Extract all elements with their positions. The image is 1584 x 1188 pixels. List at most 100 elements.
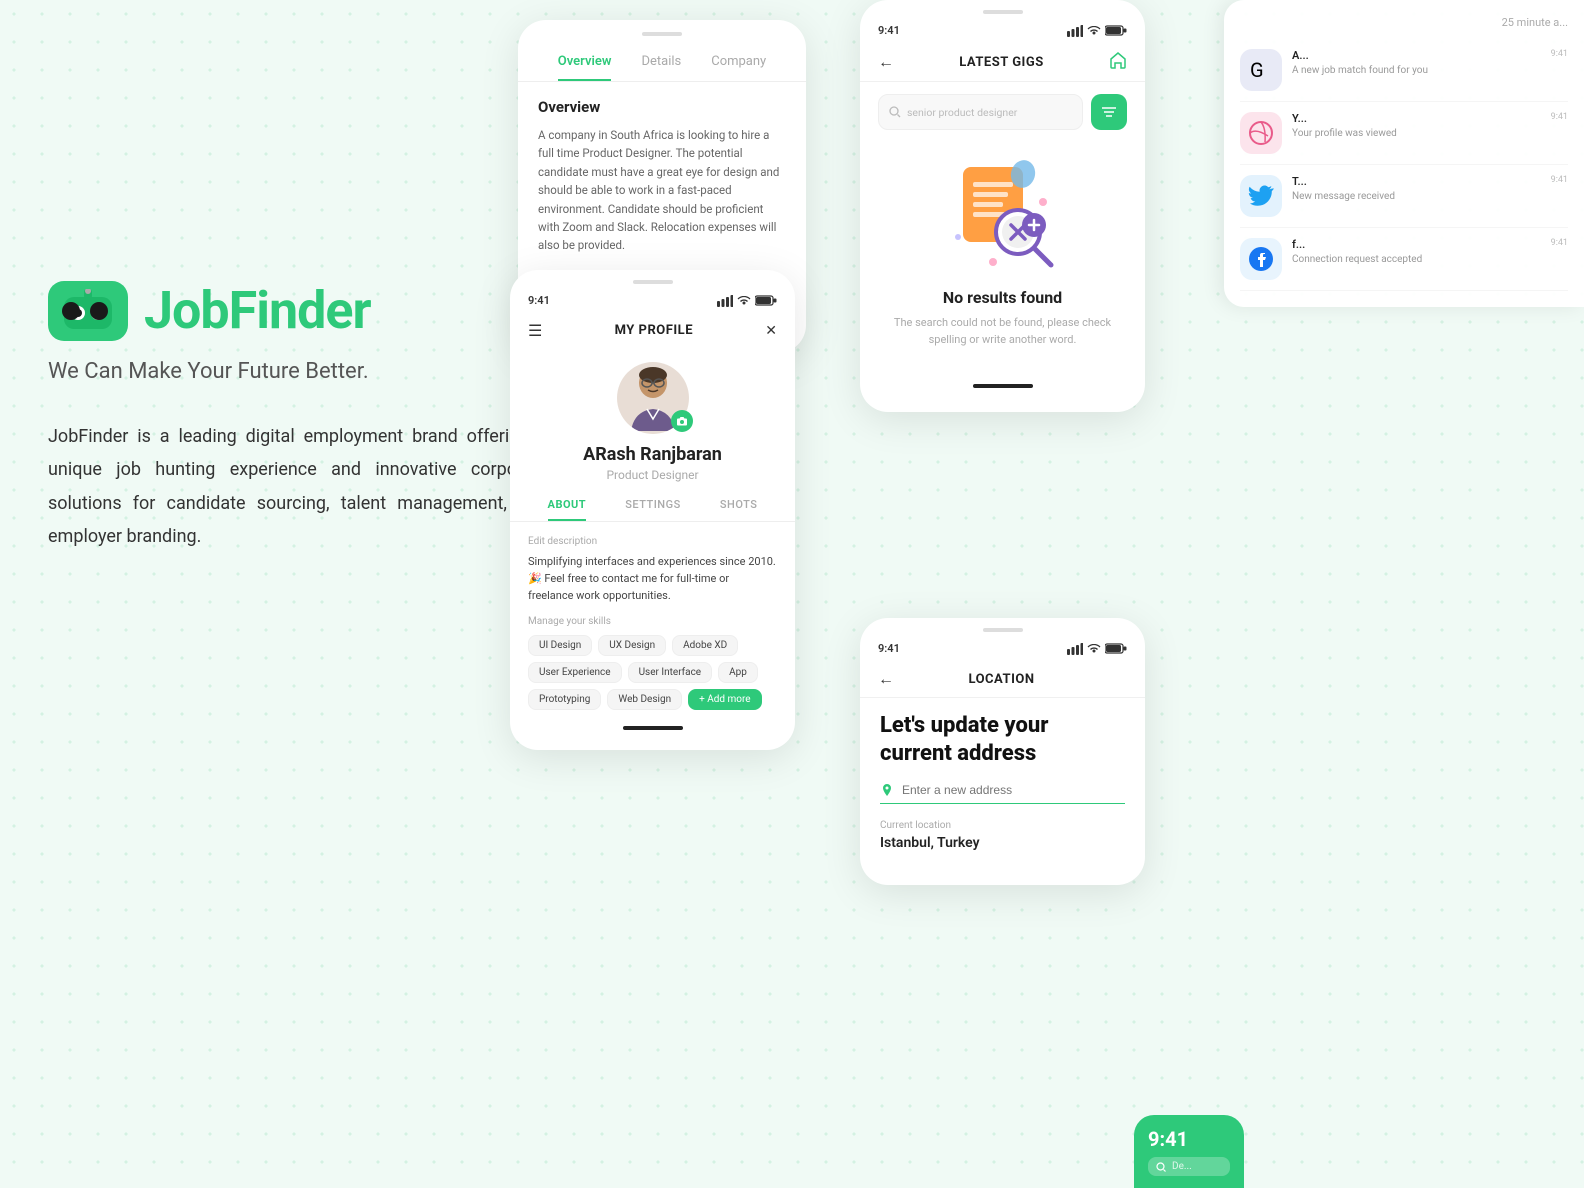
- edit-desc-label: Edit description: [510, 536, 795, 547]
- description: JobFinder is a leading digital employmen…: [48, 420, 548, 553]
- search-box[interactable]: senior product designer: [878, 94, 1083, 130]
- notif-desc-4: Connection request accepted: [1292, 253, 1541, 267]
- location-status-time: 9:41: [878, 642, 900, 655]
- notif-item-1[interactable]: G A... A new job match found for you 9:4…: [1240, 39, 1568, 102]
- bottom-home-bar: [623, 726, 683, 730]
- notif-time-2: 9:41: [1551, 112, 1568, 122]
- green-search-bar[interactable]: De...: [1148, 1157, 1230, 1176]
- logo-row: JobFinder: [48, 280, 548, 341]
- current-location-label: Current location: [880, 820, 1125, 831]
- notification-panel: 25 minute a... G A... A new job match fo…: [1224, 0, 1584, 307]
- tab-overview[interactable]: Overview: [558, 54, 612, 81]
- notif-icon-3: [1240, 175, 1282, 217]
- skill-adobe-xd[interactable]: Adobe XD: [672, 635, 738, 656]
- notif-icon-1: G: [1240, 49, 1282, 91]
- gigs-home-icon[interactable]: [1109, 51, 1127, 73]
- skill-user-interface[interactable]: User Interface: [628, 662, 713, 683]
- avatar-wrap: [617, 362, 689, 434]
- notif-body-2: Y... Your profile was viewed: [1292, 112, 1541, 141]
- tab-details[interactable]: Details: [641, 54, 681, 81]
- no-results-illustration: [943, 152, 1063, 272]
- address-input-wrap: [880, 783, 1125, 804]
- tab-company[interactable]: Company: [711, 54, 766, 81]
- gigs-header: ← LATEST GIGS: [860, 43, 1145, 82]
- location-body: Let's update your current address Curren…: [860, 698, 1145, 865]
- profile-status-bar: 9:41: [510, 284, 795, 313]
- skill-web-design[interactable]: Web Design: [607, 689, 682, 710]
- ptab-shots[interactable]: SHOTS: [720, 498, 758, 521]
- notif-time-4: 9:41: [1551, 238, 1568, 248]
- profile-tabs: ABOUT SETTINGS SHOTS: [510, 498, 795, 522]
- profile-header: ☰ MY PROFILE ✕: [510, 313, 795, 352]
- gigs-title: LATEST GIGS: [959, 55, 1043, 70]
- no-results-area: No results found The search could not be…: [860, 142, 1145, 368]
- green-time: 9:41: [1148, 1127, 1230, 1151]
- notif-title-3: T...: [1292, 175, 1541, 188]
- overview-text: A company in South Africa is looking to …: [538, 126, 786, 255]
- hamburger-icon[interactable]: ☰: [528, 321, 542, 340]
- logo-icon: [48, 281, 128, 341]
- skill-app[interactable]: App: [718, 662, 758, 683]
- location-section-label: LOCATION: [968, 672, 1034, 687]
- notif-time-1: 9:41: [1551, 49, 1568, 59]
- gigs-status-bar: 9:41: [860, 14, 1145, 43]
- gigs-bottom-bar: [973, 384, 1033, 388]
- profile-name: ARash Ranjbaran: [583, 444, 722, 465]
- search-row: senior product designer: [860, 82, 1145, 142]
- notif-icon-2: [1240, 112, 1282, 154]
- close-icon[interactable]: ✕: [765, 323, 777, 339]
- notif-body-4: f... Connection request accepted: [1292, 238, 1541, 267]
- notif-desc-1: A new job match found for you: [1292, 64, 1541, 78]
- profile-title: MY PROFILE: [615, 323, 693, 338]
- no-results-title: No results found: [943, 288, 1062, 307]
- apply-tabs: Overview Details Company: [518, 36, 806, 82]
- location-title: Let's update your current address: [880, 712, 1125, 767]
- location-status-right: [1067, 643, 1127, 655]
- svg-text:G: G: [1250, 58, 1264, 82]
- bio-text: Simplifying interfaces and experiences s…: [510, 553, 795, 604]
- profile-status-time: 9:41: [528, 294, 550, 307]
- address-input[interactable]: [902, 783, 1125, 797]
- gigs-back-icon[interactable]: ←: [878, 52, 894, 72]
- card-location: 9:41 ← LOCATION Let's update your curren…: [860, 618, 1145, 885]
- location-status-bar: 9:41: [860, 632, 1145, 661]
- notif-item-3[interactable]: T... New message received 9:41: [1240, 165, 1568, 228]
- app-name: JobFinder: [144, 280, 371, 341]
- notif-icon-4: [1240, 238, 1282, 280]
- location-back-icon[interactable]: ←: [878, 669, 894, 689]
- avatar-section: ARash Ranjbaran Product Designer: [510, 352, 795, 498]
- notif-item-2[interactable]: Y... Your profile was viewed 9:41: [1240, 102, 1568, 165]
- skill-user-experience[interactable]: User Experience: [528, 662, 622, 683]
- notif-time-3: 9:41: [1551, 175, 1568, 185]
- card-gigs: 9:41 ← LATEST GIGS senior product design…: [860, 0, 1145, 412]
- camera-badge[interactable]: [671, 410, 693, 432]
- notif-body-1: A... A new job match found for you: [1292, 49, 1541, 78]
- ptab-about[interactable]: ABOUT: [548, 498, 587, 521]
- green-search-label: De...: [1172, 1161, 1192, 1172]
- overview-title: Overview: [538, 98, 786, 116]
- gigs-status-right: [1067, 25, 1127, 37]
- skill-add-more[interactable]: + Add more: [688, 689, 762, 710]
- gigs-status-time: 9:41: [878, 24, 900, 37]
- ptab-settings[interactable]: SETTINGS: [625, 498, 681, 521]
- notif-body-3: T... New message received: [1292, 175, 1541, 204]
- skill-prototyping[interactable]: Prototyping: [528, 689, 601, 710]
- left-section: JobFinder We Can Make Your Future Better…: [48, 280, 548, 553]
- notif-header-time: 25 minute a...: [1240, 16, 1568, 29]
- skill-ux-design[interactable]: UX Design: [598, 635, 666, 656]
- notif-desc-3: New message received: [1292, 190, 1541, 204]
- skills-wrap: UI Design UX Design Adobe XD User Experi…: [510, 635, 795, 710]
- notif-item-4[interactable]: f... Connection request accepted 9:41: [1240, 228, 1568, 291]
- profile-role: Product Designer: [606, 468, 698, 482]
- notif-desc-2: Your profile was viewed: [1292, 127, 1541, 141]
- no-results-text: The search could not be found, please ch…: [880, 315, 1125, 348]
- search-placeholder: senior product designer: [907, 106, 1017, 119]
- tagline: We Can Make Your Future Better.: [48, 359, 548, 384]
- profile-status-right: [717, 295, 777, 307]
- current-location-value: Istanbul, Turkey: [880, 835, 1125, 851]
- notif-title-2: Y...: [1292, 112, 1541, 125]
- card-profile: 9:41 ☰ MY PROFILE ✕: [510, 270, 795, 750]
- filter-button[interactable]: [1091, 94, 1127, 130]
- skill-ui-design[interactable]: UI Design: [528, 635, 592, 656]
- location-header: ← LOCATION: [860, 661, 1145, 698]
